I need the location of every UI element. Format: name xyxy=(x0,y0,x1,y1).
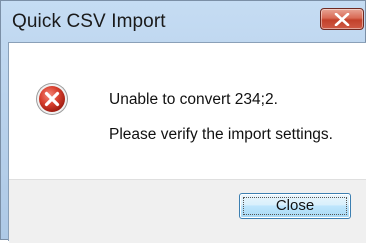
window-title: Quick CSV Import xyxy=(12,11,166,32)
close-button-label: Close xyxy=(275,197,315,214)
window-close-button[interactable] xyxy=(320,8,364,30)
title-bar[interactable]: Quick CSV Import xyxy=(1,1,365,43)
close-icon xyxy=(334,13,350,26)
button-bar: Close xyxy=(9,179,366,243)
error-message: Unable to convert 234;2. xyxy=(109,91,278,108)
dialog-window: Quick CSV Import Unable to convert 234;2… xyxy=(0,0,366,243)
error-hint: Please verify the import settings. xyxy=(109,126,333,143)
message-area: Unable to convert 234;2. Please verify t… xyxy=(9,43,366,179)
error-icon xyxy=(36,83,68,115)
close-button[interactable]: Close xyxy=(239,193,351,219)
dialog-client-area: Unable to convert 234;2. Please verify t… xyxy=(8,42,366,243)
